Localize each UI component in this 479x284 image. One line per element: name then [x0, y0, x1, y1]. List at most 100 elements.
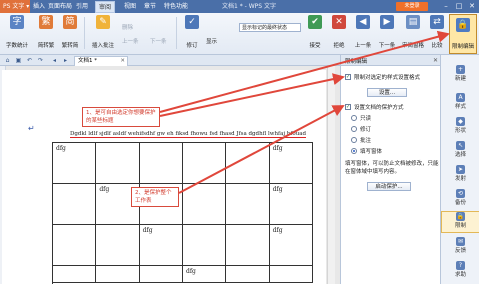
radio-revise[interactable] — [351, 126, 357, 132]
sidebar-item-shape[interactable]: ◆ 形状 — [441, 117, 479, 134]
pane-header: 限制编辑 ✕ — [341, 55, 441, 66]
delete-comment-button[interactable]: 删除 — [122, 23, 133, 33]
table-cell[interactable] — [96, 225, 140, 265]
maximize-icon[interactable]: □ — [453, 0, 465, 13]
table-cell[interactable] — [183, 143, 227, 183]
menu-layout[interactable]: 页面布局 — [48, 0, 72, 13]
table-cell[interactable] — [226, 266, 270, 282]
menu-view[interactable]: 视图 — [124, 0, 136, 13]
table-cell[interactable] — [140, 143, 183, 183]
sidebar-item-style[interactable]: A 样式 — [441, 93, 479, 110]
vertical-scrollbar[interactable] — [327, 66, 335, 284]
next-change-button[interactable]: ▶ 下一条 — [376, 15, 398, 51]
undo-icon[interactable]: ↶ — [25, 56, 34, 65]
radio-comment[interactable] — [351, 137, 357, 143]
table-cell[interactable] — [226, 143, 270, 183]
restrict-editing-button[interactable]: 🔒 限制编辑 — [449, 14, 477, 54]
format-restrict-label: 限制对选定的样式设置格式 — [354, 75, 421, 81]
trad-simp-icon: 简 — [63, 15, 77, 29]
ribbon-toolbar: 字 字数统计 繁 简转繁 简 繁转简 ✎ 插入批注 删除 上一条 下一条 ✓ 修… — [0, 13, 479, 55]
sidebar-item-backup[interactable]: ⟲ 备份 — [441, 189, 479, 206]
word-count-button[interactable]: 字 字数统计 — [2, 15, 32, 51]
table-cell[interactable] — [140, 266, 183, 282]
table-row: dfg dfg — [53, 184, 313, 225]
sidebar-item-feedback[interactable]: ✉ 反馈 — [441, 237, 479, 254]
document-text-line[interactable]: Dgdkl ldlf sjdlf asldf wehifsdhf gw eh f… — [70, 131, 307, 138]
save-icon[interactable]: ▣ — [14, 56, 23, 65]
compare-icon: ⇄ — [430, 15, 444, 29]
close-icon[interactable]: ✕ — [466, 0, 478, 13]
minimize-icon[interactable]: – — [440, 0, 452, 13]
reject-icon: ✕ — [332, 15, 346, 29]
table-cell[interactable]: dfg — [183, 266, 227, 282]
scroll-right-icon[interactable]: ▸ — [61, 56, 70, 65]
review-pane-button[interactable]: ▤ 审阅窗格 — [400, 15, 426, 51]
sidebar-item-send[interactable]: ➤ 发射 — [441, 165, 479, 182]
pane-close-icon[interactable]: ✕ — [433, 55, 438, 66]
redo-icon[interactable]: ↷ — [36, 56, 45, 65]
sidebar-item-restrict[interactable]: 🔒 限制 — [441, 211, 479, 233]
format-restrict-checkbox[interactable]: ✓ — [345, 74, 351, 80]
sidebar-item-new[interactable]: + 新建 — [441, 65, 479, 82]
reject-button[interactable]: ✕ 拒绝 — [328, 15, 350, 51]
table-row: dfg — [53, 266, 313, 283]
table-cell[interactable] — [96, 143, 140, 183]
table-cell[interactable]: dfg — [270, 225, 313, 265]
simp-to-trad-button[interactable]: 繁 简转繁 — [36, 15, 56, 51]
next-comment-button[interactable]: 下一条 — [150, 37, 167, 47]
table-cell[interactable] — [53, 184, 97, 224]
insert-comment-button[interactable]: ✎ 插入批注 — [88, 15, 118, 51]
annotation-callout-1: 1、是可自由选定你想要保护的某些标题 — [82, 107, 160, 127]
accept-button[interactable]: ✔ 接受 — [304, 15, 326, 51]
radio-comment-label: 批注 — [360, 138, 372, 144]
pane-title: 限制编辑 — [345, 59, 368, 65]
login-button[interactable]: 未登录 — [396, 2, 428, 11]
table-cell[interactable] — [96, 266, 140, 282]
menu-review[interactable]: 审阅 — [95, 1, 115, 13]
table-cell[interactable] — [270, 266, 313, 282]
accept-icon: ✔ — [308, 15, 322, 29]
table-cell[interactable]: dfg — [53, 143, 97, 183]
radio-readonly-label: 只读 — [360, 116, 372, 122]
trad-to-simp-button[interactable]: 简 繁转简 — [60, 15, 80, 51]
compare-button[interactable]: ⇄ 比较 — [428, 15, 446, 51]
app-menu-button[interactable]: PS 文字 ▾ — [0, 0, 30, 13]
table-cell[interactable] — [53, 266, 97, 282]
pane-description: 填写窗体，可以防止文档被修改，只能 — [345, 161, 439, 167]
sidebar-item-select[interactable]: ↖ 选择 — [441, 141, 479, 158]
tab-document1[interactable]: 文档1 * ✕ — [74, 56, 128, 66]
protect-mode-checkbox[interactable]: ✓ — [345, 104, 351, 110]
menu-chapter[interactable]: 章节 — [144, 0, 156, 13]
close-tab-icon[interactable]: ✕ — [120, 57, 125, 66]
start-protection-button[interactable]: 启动保护... — [367, 182, 411, 191]
sidebar-item-help[interactable]: ? 求助 — [441, 261, 479, 278]
table-cell[interactable] — [183, 184, 227, 224]
table-cell[interactable] — [226, 184, 270, 224]
radio-fill-form[interactable] — [351, 148, 357, 154]
scroll-left-icon[interactable]: ◂ — [50, 56, 59, 65]
markup-display-select[interactable]: 显示标记的最终状态 — [239, 23, 301, 32]
revise-button[interactable]: ✓ 修订 — [181, 15, 203, 51]
prev-change-button[interactable]: ◀ 上一条 — [352, 15, 374, 51]
annotation-callout-2: 2、是保护整个工作表 — [131, 187, 179, 207]
table-row: dfg dfg — [53, 143, 313, 184]
table-cell[interactable] — [53, 225, 97, 265]
table-cell[interactable] — [226, 225, 270, 265]
menu-insert[interactable]: 插入 — [33, 0, 45, 13]
document-table[interactable]: dfg dfg dfg dfg dfg dfg dfg — [52, 142, 313, 284]
table-cell[interactable]: dfg — [270, 143, 313, 183]
table-cell[interactable]: dfg — [270, 184, 313, 224]
show-dropdown[interactable]: 显示 — [206, 37, 217, 47]
restrict-editing-pane: 限制编辑 ✕ ✓ 限制对选定的样式设置格式 设置... ✓ 设置文档的保护方式 … — [340, 55, 441, 284]
radio-readonly[interactable] — [351, 115, 357, 121]
prev-comment-button[interactable]: 上一条 — [122, 37, 139, 47]
settings-button[interactable]: 设置... — [367, 88, 407, 97]
window-title: 文档1 * - WPS 文字 — [222, 3, 276, 10]
home-icon[interactable]: ⌂ — [3, 56, 12, 65]
shape-icon: ◆ — [456, 117, 465, 126]
table-cell[interactable]: dfg — [140, 225, 183, 265]
menu-references[interactable]: 引用 — [76, 0, 88, 13]
menu-features[interactable]: 特色功能 — [164, 0, 188, 13]
table-cell[interactable] — [183, 225, 227, 265]
title-bar: PS 文字 ▾ 插入 页面布局 引用 审阅 视图 章节 特色功能 文档1 * -… — [0, 0, 479, 13]
